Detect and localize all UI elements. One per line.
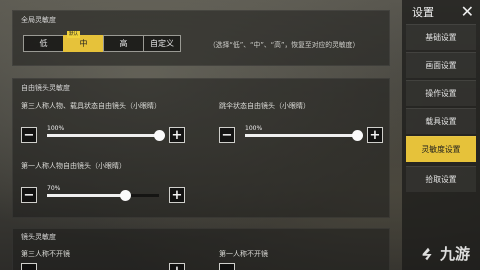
preset-medium-button[interactable]: 默认 中 [63, 31, 104, 52]
free-camera-panel: 自由镜头灵敏度 第三人称人物、载具状态自由镜头（小眼睛） − 100% + 跳伞… [12, 78, 390, 218]
scope-item-tpp-no-scope: 第三人称不开镜 [21, 250, 70, 258]
global-sensitivity-title: 全局灵敏度 [21, 16, 56, 24]
preset-high-button[interactable]: 高 [103, 35, 144, 52]
slider-value: 70% [47, 185, 61, 192]
decrease-button[interactable]: − [21, 187, 37, 203]
slider-value: 100% [47, 125, 65, 132]
sidebar-item-basic[interactable]: 基础设置 [406, 24, 476, 50]
decrease-button[interactable]: − [219, 263, 235, 270]
nine-game-logo-icon [422, 247, 432, 260]
preset-custom-button[interactable]: 自定义 [143, 35, 181, 52]
scope-item-fpp-no-scope: 第一人称不开镜 [219, 250, 268, 258]
decrease-button[interactable]: − [219, 127, 235, 143]
slider-fill [47, 194, 126, 197]
preset-medium-label: 中 [79, 39, 88, 48]
decrease-button[interactable]: − [21, 263, 37, 270]
sensitivity-preset-selector: 低 默认 中 高 自定义 [23, 31, 181, 52]
slider-value: 100% [245, 125, 263, 132]
free-camera-title: 自由镜头灵敏度 [21, 84, 70, 92]
close-icon[interactable]: ✕ [461, 2, 474, 21]
settings-sidebar: 设置 ✕ 基础设置 画面设置 操作设置 载具设置 灵敏度设置 拾取设置 [402, 0, 480, 270]
increase-button[interactable]: + [169, 187, 185, 203]
settings-main: 全局灵敏度 低 默认 中 高 自定义 （选择“低”、“中”、“高”，恢复至对应的… [0, 0, 400, 270]
scope-sensitivity-title: 镜头灵敏度 [21, 233, 56, 241]
slider-thumb[interactable] [154, 130, 165, 141]
increase-button[interactable]: + [169, 127, 185, 143]
preset-low-button[interactable]: 低 [23, 35, 64, 52]
sidebar-item-sensitivity[interactable]: 灵敏度设置 [406, 136, 476, 162]
sidebar-item-vehicle[interactable]: 载具设置 [406, 108, 476, 134]
slider-thumb[interactable] [120, 190, 132, 201]
decrease-button[interactable]: − [21, 127, 37, 143]
slider-fpp: − 70% + [21, 185, 191, 207]
default-badge: 默认 [67, 31, 80, 38]
slider-tpp: − 100% + [21, 125, 191, 147]
slider-parachute: − 100% + [219, 125, 389, 147]
scope-sensitivity-panel: 镜头灵敏度 第三人称不开镜 第一人称不开镜 − + − [12, 228, 390, 270]
sidebar-item-controls[interactable]: 操作设置 [406, 80, 476, 106]
slider-track[interactable]: 100% [245, 125, 363, 141]
slider-track[interactable]: 100% [47, 125, 165, 141]
settings-title: 设置 [412, 6, 434, 19]
slider-label-fpp: 第一人称人物自由镜头（小眼睛） [21, 162, 126, 170]
watermark-logo: 九游 [419, 243, 470, 264]
slider-thumb[interactable] [352, 130, 363, 141]
slider-fill [245, 134, 357, 137]
preset-hint: （选择“低”、“中”、“高”，恢复至对应的灵敏度） [209, 41, 360, 49]
global-sensitivity-panel: 全局灵敏度 低 默认 中 高 自定义 （选择“低”、“中”、“高”，恢复至对应的… [12, 10, 390, 66]
slider-fill [47, 134, 159, 137]
slider-label-tpp: 第三人称人物、载具状态自由镜头（小眼睛） [21, 102, 161, 110]
sidebar-item-graphics[interactable]: 画面设置 [406, 52, 476, 78]
slider-track[interactable]: 70% [47, 185, 159, 201]
slider-label-parachute: 跳伞状态自由镜头（小眼睛） [219, 102, 310, 110]
sidebar-item-pickup[interactable]: 拾取设置 [406, 166, 476, 192]
increase-button[interactable]: + [367, 127, 383, 143]
watermark-text: 九游 [439, 245, 470, 263]
increase-button[interactable]: + [169, 263, 185, 270]
